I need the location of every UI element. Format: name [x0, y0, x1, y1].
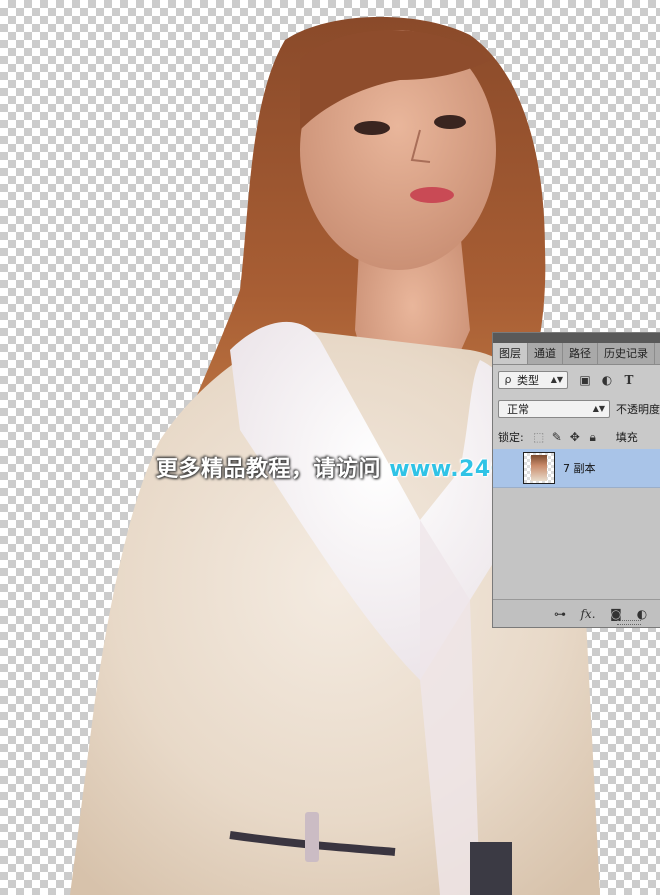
fill-label: 填充	[615, 431, 638, 444]
filter-kind-select[interactable]: ρ 类型 ▲▼	[498, 370, 568, 389]
lock-label: 锁定:	[498, 431, 524, 444]
layers-panel: 图层 通道 路径 历史记录 ρ 类型 ▲▼ ▣ ◐ T 正常 ▲▼ 不透明度 锁…	[492, 332, 660, 628]
adjustment-layer-icon[interactable]: ◐	[635, 607, 649, 621]
updown-arrow-icon: ▲▼	[592, 404, 605, 413]
layer-row-selected[interactable]: 7 副本	[493, 449, 660, 488]
adjustment-filter-icon[interactable]: ◐	[600, 373, 614, 387]
tab-paths[interactable]: 路径	[563, 343, 598, 364]
filter-icons: ▣ ◐ T	[578, 373, 636, 387]
lock-row: 锁定: ⬚ ✎ ✥ 🔒︎ 填充	[493, 423, 660, 451]
inner-garment	[470, 842, 512, 895]
blend-row: 正常 ▲▼ 不透明度	[493, 394, 660, 423]
layer-thumbnail	[523, 452, 555, 484]
image-filter-icon[interactable]: ▣	[578, 373, 592, 387]
watermark-text: 更多精品教程，请访问	[156, 457, 382, 482]
updown-arrow-icon: ▲▼	[550, 375, 563, 384]
blend-mode-value: 正常	[507, 402, 529, 416]
left-eye	[354, 121, 390, 135]
tab-history[interactable]: 历史记录	[598, 343, 655, 364]
panel-tabs: 图层 通道 路径 历史记录	[493, 343, 660, 365]
lips	[410, 187, 454, 203]
link-icon[interactable]: ⊶	[553, 607, 567, 621]
lock-brush-icon[interactable]: ✎	[550, 430, 564, 444]
layer-name[interactable]: 7 副本	[563, 460, 596, 476]
filter-row: ρ 类型 ▲▼ ▣ ◐ T	[493, 365, 660, 394]
resize-grip[interactable]	[617, 620, 641, 625]
layers-list: 7 副本	[493, 449, 660, 599]
mask-icon[interactable]: ◙	[609, 607, 623, 621]
layer-thumbnail-image	[531, 455, 547, 481]
fx-icon[interactable]: fx.	[579, 607, 597, 621]
blend-mode-select[interactable]: 正常 ▲▼	[498, 399, 610, 418]
panel-bottom-bar: ⊶ fx. ◙ ◐	[493, 599, 660, 627]
tab-layers[interactable]: 图层	[493, 343, 528, 364]
right-eye	[434, 115, 466, 129]
panel-title-bar[interactable]	[493, 333, 660, 343]
search-icon: ρ	[504, 373, 512, 386]
tab-channels[interactable]: 通道	[528, 343, 563, 364]
type-filter-icon[interactable]: T	[622, 373, 636, 387]
belt-tab	[305, 812, 319, 862]
lock-transparent-icon[interactable]: ⬚	[532, 430, 546, 444]
filter-kind-value: 类型	[517, 373, 539, 387]
lock-all-icon[interactable]: 🔒︎	[586, 430, 600, 445]
opacity-label: 不透明度	[616, 402, 660, 416]
lock-move-icon[interactable]: ✥	[568, 430, 582, 444]
